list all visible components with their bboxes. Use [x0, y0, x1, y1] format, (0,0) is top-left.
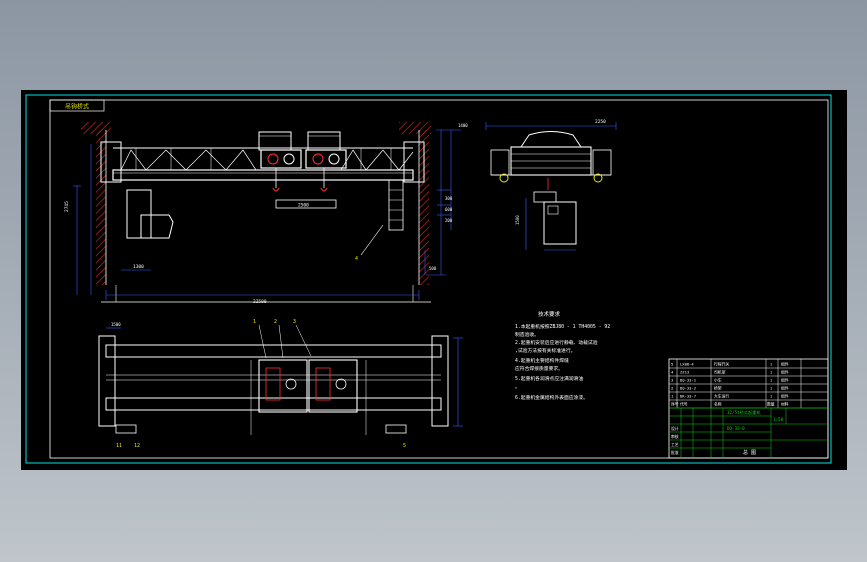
parts-row4-no: 2	[671, 386, 673, 391]
header-code: 代号	[680, 402, 688, 407]
parts-row4-mat: 组件	[781, 386, 789, 391]
parts-row4-name: 桥架	[714, 386, 722, 391]
parts-row3-name: 小车	[714, 378, 722, 383]
drawing-canvas: 吊钩桥式 2500 4 22500 2745 1300 300 600 200 …	[25, 94, 832, 464]
dim-right-1: 300	[445, 196, 453, 201]
main-girder	[112, 169, 414, 181]
drawing-name: 32/5t桥式起重机	[727, 409, 761, 416]
plan-bottom-5: 5	[403, 443, 406, 449]
title-block: 5 LX08-4 行程开关 1 组件 4 ZZ13 司机室 1 组件 3 DQ-…	[668, 358, 829, 459]
parts-row1-qty: 1	[770, 362, 773, 367]
header-name: 名称	[714, 402, 722, 407]
dim-bottom-right: 500	[429, 266, 437, 271]
parts-row5-name: 大车运行	[714, 394, 729, 399]
role-approve: 批准	[671, 450, 679, 455]
parts-row5-no: 1	[671, 394, 674, 399]
parts-row2-mat: 组件	[781, 370, 789, 375]
left-wall-top-hatch	[81, 122, 111, 134]
cad-drawing-sheet: 吊钩桥式 2500 4 22500 2745 1300 300 600 200 …	[21, 90, 847, 470]
parts-row2-code: ZZ13	[680, 370, 689, 375]
hook-right	[320, 187, 328, 192]
side-cabin	[543, 201, 577, 245]
parts-row4-code: DQ-33-2	[680, 386, 696, 391]
parts-row2-name: 司机室	[714, 370, 726, 375]
parts-row4-qty: 1	[770, 386, 773, 391]
right-wall-top-hatch	[399, 122, 431, 134]
dim-right-top: 1400	[458, 123, 468, 128]
dim-right-2: 600	[445, 207, 453, 212]
plan-leader-1: 1	[253, 319, 256, 325]
sheet-label: 总 图	[743, 449, 756, 456]
note-line-6: 应符合焊接质量要求。	[515, 365, 563, 372]
trolley-cabin-left	[258, 131, 292, 151]
plan-leader-2: 2	[274, 319, 277, 325]
plan-leader-3: 3	[293, 319, 296, 325]
elevation-view: 2500 4 22500 2745 1300 300 600 200 500 1…	[64, 122, 468, 305]
header-no: 序号	[671, 402, 679, 407]
header-mat: 材料	[781, 402, 789, 407]
trolley-cabin-right	[307, 131, 341, 151]
parts-row3-code: DQ-33-1	[680, 378, 697, 383]
parts-row1-no: 5	[671, 362, 673, 367]
technical-notes: 技术要求 1.本起重机按照ZBJ80 - 1 TH4005 - 92 制造验收。…	[515, 310, 610, 401]
dim-side-top: 2250	[595, 119, 606, 125]
note-line-2: 制造验收。	[515, 331, 539, 338]
parts-row1-name: 行程开关	[714, 362, 729, 367]
parts-row2-no: 4	[671, 370, 674, 375]
dim-mid: 1300	[133, 264, 144, 270]
dim-left-height: 2745	[64, 201, 70, 212]
plan-bottom-12: 12	[134, 443, 140, 449]
dim-plan-top: 1500	[111, 322, 121, 327]
role-design: 设计	[671, 426, 679, 431]
parts-row3-qty: 1	[770, 378, 773, 383]
parts-row2-qty: 1	[770, 370, 773, 375]
plan-end-left	[98, 335, 116, 427]
hook-left	[272, 187, 280, 192]
plan-view: 1 2 3 11 12 5 1500	[98, 319, 463, 449]
drawing-scale: 1:50	[773, 417, 784, 422]
note-line-7: 5.起重机各润滑点应注满润滑油	[515, 375, 583, 382]
plan-girder-top	[105, 344, 442, 358]
parts-row3-no: 3	[671, 378, 673, 383]
note-line-5: 4.起重机主要结构件焊缝	[515, 357, 569, 364]
inner-frame	[49, 99, 829, 459]
parts-row5-mat: 组件	[781, 394, 789, 399]
note-line-1: 1.本起重机按照ZBJ80 - 1 TH4005 - 92	[515, 323, 610, 330]
operator-cabin	[126, 189, 152, 239]
drawing-code: DQ-33-0	[727, 426, 745, 431]
role-review: 审核	[671, 434, 679, 439]
trolley-gauge-label: 2500	[298, 203, 309, 209]
dim-right-3: 200	[445, 218, 453, 223]
role-process: 工艺	[671, 442, 679, 447]
side-cabin-roof	[520, 131, 582, 148]
notes-heading: 技术要求	[538, 310, 561, 318]
right-ladder	[388, 179, 404, 231]
trolley-mechanism-left	[260, 149, 302, 169]
dim-side-height: 1500	[515, 215, 520, 225]
header-qty: 数量	[767, 402, 775, 407]
plan-end-right	[431, 335, 449, 427]
note-line-9: 6.起重机金属结构外表面应涂漆。	[515, 394, 588, 401]
note-line-3: 2.起重机安装后应进行静载、动载试验	[515, 339, 598, 346]
note-line-8: 。	[515, 385, 520, 390]
drawing-id-text: 吊钩桥式	[65, 103, 89, 111]
parts-row3-mat: 组件	[781, 378, 789, 383]
plan-bottom-11: 11	[116, 443, 122, 449]
parts-row5-code: DR-33-7	[680, 394, 696, 399]
leader-label-4: 4	[355, 256, 358, 262]
side-view: 2250 1500	[485, 119, 617, 251]
dim-span: 22500	[253, 299, 267, 305]
note-line-4: ,试验方法按有关标准进行。	[515, 347, 575, 354]
parts-row1-code: LX08-4	[680, 362, 694, 367]
parts-row1-mat: 组件	[781, 362, 789, 367]
trolley-mechanism-right	[305, 149, 347, 169]
parts-row5-qty: 1	[770, 394, 773, 399]
